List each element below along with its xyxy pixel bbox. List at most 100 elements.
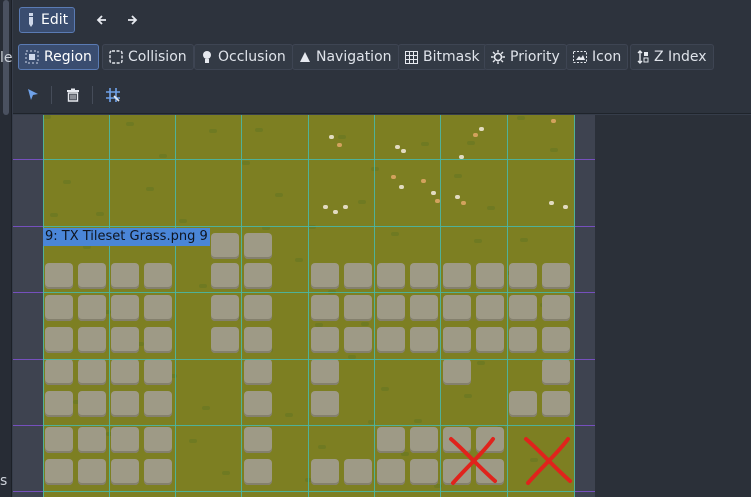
floor-stone [476, 327, 504, 353]
mode-z-index-button[interactable]: Z Index [630, 44, 714, 70]
occlusion-icon [201, 50, 213, 64]
mode-collision-button[interactable]: Collision [102, 44, 194, 70]
floor-stone [244, 427, 272, 453]
floor-stone [78, 327, 106, 353]
tile-grid-line [374, 115, 375, 497]
grass-tuft [96, 212, 104, 216]
region-grid-line [13, 159, 595, 160]
floor-stone [443, 295, 471, 321]
grass-tuft [285, 413, 293, 417]
delete-trash-icon [66, 88, 80, 102]
floor-stone [45, 359, 73, 385]
floor-stone [542, 327, 570, 353]
floor-stone [211, 233, 239, 259]
region-grid-line [13, 491, 595, 492]
grass-tuft [421, 142, 429, 146]
grass-tuft [361, 322, 369, 326]
floor-stone [344, 459, 372, 485]
tile-grid-line [440, 115, 441, 497]
floor-stone [144, 263, 172, 289]
priority-icon [491, 50, 505, 64]
mode-priority-button[interactable]: Priority [484, 44, 567, 70]
region-grid-line [13, 226, 595, 227]
floor-stone [111, 327, 139, 353]
pencil-icon [26, 13, 36, 27]
floor-stone [144, 359, 172, 385]
mode-label: Priority [510, 49, 560, 65]
region-icon [25, 50, 39, 64]
floor-stone [410, 295, 438, 321]
pebble [399, 185, 404, 189]
pebble [337, 143, 342, 147]
mode-navigation-button[interactable]: Navigation [292, 44, 399, 70]
region-grid-line [13, 425, 595, 426]
floor-stone [542, 359, 570, 385]
floor-stone [111, 359, 139, 385]
grass-tuft [295, 258, 303, 262]
pebble [549, 201, 554, 205]
floor-stone [410, 327, 438, 353]
floor-stone [443, 327, 471, 353]
select-tool-button[interactable] [21, 82, 45, 108]
mode-occlusion-button[interactable]: Occlusion [194, 44, 293, 70]
mode-bitmask-button[interactable]: Bitmask [398, 44, 487, 70]
floor-stone [78, 427, 106, 453]
floor-stone [78, 391, 106, 417]
floor-stone [244, 391, 272, 417]
tileset-viewport[interactable]: 9: TX Tileset Grass.png 9 [13, 115, 595, 497]
floor-stone [244, 459, 272, 485]
pebble [329, 135, 334, 139]
delete-tool-button[interactable] [60, 82, 86, 108]
grass-tuft [318, 445, 326, 449]
pebble [563, 205, 568, 209]
floor-stone [410, 459, 438, 485]
floor-stone [377, 295, 405, 321]
floor-stone [410, 263, 438, 289]
grass-tuft [371, 167, 379, 171]
history-back-button[interactable] [89, 7, 113, 33]
grid-snap-button[interactable] [99, 82, 127, 108]
tile-grid-line [175, 115, 176, 497]
grid-snap-icon [105, 87, 121, 103]
floor-stone [509, 327, 537, 353]
mode-label: Region [44, 49, 92, 65]
mode-region-button[interactable]: Region [18, 44, 99, 70]
mode-icon-button[interactable]: Icon [566, 44, 629, 70]
z-index-icon [637, 50, 649, 64]
floor-stone [111, 295, 139, 321]
navigation-icon [299, 51, 311, 63]
floor-stone [78, 295, 106, 321]
mode-label: Icon [592, 49, 622, 65]
edit-button[interactable]: Edit [19, 7, 76, 33]
floor-stone [45, 391, 73, 417]
grass-tuft [487, 206, 495, 210]
grass-tuft [467, 141, 475, 145]
floor-stone [542, 295, 570, 321]
history-forward-button[interactable] [121, 7, 145, 33]
floor-stone [144, 295, 172, 321]
floor-stone [111, 263, 139, 289]
tile-grid-line [43, 115, 44, 497]
floor-stone [311, 459, 339, 485]
grass-tuft [338, 135, 346, 139]
floor-stone [244, 263, 272, 289]
arrow-left-icon [95, 14, 107, 26]
pebble [473, 133, 478, 137]
floor-stone [144, 391, 172, 417]
grass-tuft [126, 122, 134, 126]
grass-tuft [199, 284, 207, 288]
floor-stone [111, 459, 139, 485]
floor-stone [344, 263, 372, 289]
grass-tuft [50, 213, 58, 217]
grass-tuft [517, 116, 525, 120]
grass-tuft [222, 471, 230, 475]
tile-grid-line [43, 226, 575, 227]
icon-mode-icon [573, 51, 587, 63]
floor-stone [211, 295, 239, 321]
pebble [421, 179, 426, 183]
grass-tuft [146, 187, 154, 191]
left-dock-text-fragment-bottom: s [0, 473, 8, 489]
grass-tuft [179, 219, 187, 223]
grass-tuft [520, 238, 528, 242]
collision-icon [109, 50, 123, 64]
